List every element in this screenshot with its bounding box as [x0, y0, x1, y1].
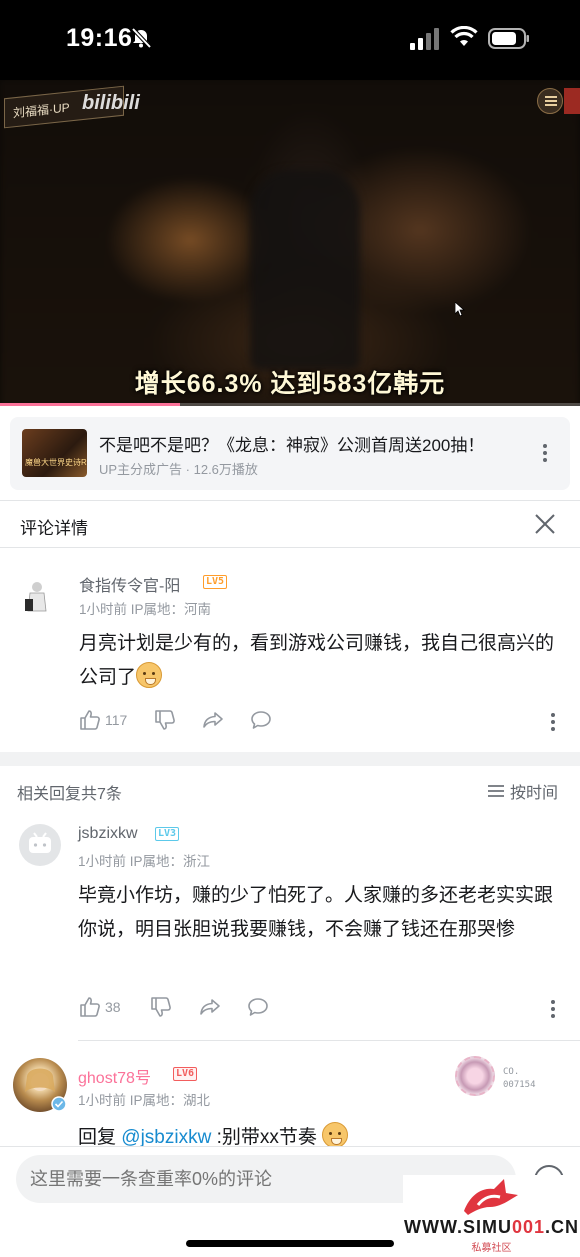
- reply-text: 毕竟小作坊，赚的少了怕死了。人家赚的多还老老实实跟你说，明目张胆说我要赚钱，不会…: [78, 885, 554, 940]
- comment-text: 月亮计划是少有的，看到游戏公司赚钱，我自己很高兴的公司了: [79, 627, 559, 695]
- mention-link[interactable]: @jsbzixkw: [121, 1127, 211, 1148]
- reply-username[interactable]: jsbzixkw: [78, 825, 138, 843]
- watermark-site-accent: 001: [511, 1217, 546, 1237]
- comment-actions: 117: [79, 709, 569, 735]
- video-player[interactable]: 刘福福·UP bilibili 增长66.3% 达到583亿韩元: [0, 80, 580, 406]
- reply-meta: 1小时前 IP属地：湖北: [78, 1093, 211, 1108]
- wifi-icon: [450, 26, 478, 46]
- sort-list-icon: [488, 785, 504, 797]
- level-badge: LV6: [173, 1067, 198, 1081]
- like-count: 117: [105, 712, 128, 728]
- side-tab[interactable]: [564, 88, 580, 114]
- thumb-up-icon: [80, 997, 100, 1017]
- like-button[interactable]: 38: [79, 996, 121, 1018]
- close-icon[interactable]: [534, 513, 556, 535]
- reply-prefix: 回复: [78, 1127, 122, 1148]
- comment-meta: 1小时前 IP属地：河南: [79, 602, 212, 617]
- comment-detail-header: 评论详情: [0, 500, 580, 548]
- fan-badge-line1: CO.: [503, 1067, 520, 1077]
- dislike-button[interactable]: [154, 709, 176, 731]
- avatar-figure-icon: [25, 582, 47, 612]
- level-badge: LV5: [203, 575, 228, 589]
- ad-card[interactable]: 魔兽大世界史诗RPG 不是吧不是吧？《龙息：神寂》公测首周送200抽！ UP主分…: [10, 417, 570, 490]
- comment-detail-title: 评论详情: [20, 519, 88, 538]
- watermark-site-suffix: .CN: [545, 1217, 580, 1237]
- status-bar: 19:16: [0, 0, 580, 80]
- bilibili-logo: bilibili: [82, 92, 140, 114]
- mute-bell-icon: [131, 27, 152, 49]
- comment-more-icon[interactable]: [550, 712, 556, 732]
- doge-emoji-icon: [322, 1122, 349, 1148]
- like-button[interactable]: 117: [79, 709, 127, 731]
- video-menu-icon[interactable]: [537, 88, 563, 114]
- watermark-site-prefix: WWW.SIMU: [403, 1217, 512, 1237]
- comment-username[interactable]: 食指传令官-阳: [79, 572, 180, 596]
- share-button[interactable]: [202, 709, 224, 731]
- like-count: 38: [105, 999, 121, 1015]
- comment-bubble-icon: [251, 711, 271, 729]
- ad-meta: UP主分成广告 · 12.6万播放: [99, 462, 258, 477]
- cellular-signal-icon: [410, 28, 439, 50]
- mouse-cursor-icon: [455, 302, 465, 316]
- thumb-down-icon: [155, 710, 175, 730]
- video-subtitle: 增长66.3% 达到583亿韩元: [134, 370, 446, 398]
- reply-button[interactable]: [250, 709, 272, 731]
- thumb-up-icon: [80, 710, 100, 730]
- ad-thumbnail-caption: 魔兽大世界史诗RPG: [25, 458, 87, 467]
- watermark-subtitle: 私募社区: [471, 1243, 512, 1254]
- doge-emoji-icon: [136, 662, 163, 688]
- reply-button[interactable]: [247, 996, 269, 1018]
- reply-meta: 1小时前 IP属地：浙江: [78, 854, 211, 869]
- reply-username[interactable]: ghost78号: [78, 1064, 151, 1088]
- reply-more-icon[interactable]: [550, 999, 556, 1019]
- watermark-site: WWW.SIMU001.CN: [403, 1217, 580, 1238]
- fan-badge-number: CO. 007154: [503, 1066, 536, 1092]
- replies-count: 相关回复共7条: [17, 786, 122, 803]
- replies-header: 相关回复共7条 按时间: [0, 766, 580, 812]
- battery-icon: [488, 28, 529, 49]
- sort-button[interactable]: 按时间: [488, 779, 558, 803]
- default-tv-avatar-icon: [29, 832, 51, 853]
- fan-badge-icon[interactable]: [455, 1056, 495, 1096]
- avatar[interactable]: [19, 824, 61, 866]
- sort-label: 按时间: [510, 785, 559, 802]
- status-time: 19:16: [66, 24, 133, 52]
- verified-badge-icon: [51, 1096, 67, 1112]
- main-comment: 食指传令官-阳 LV5 1小时前 IP属地：河南 月亮计划是少有的，看到游戏公司…: [0, 549, 580, 752]
- dislike-button[interactable]: [150, 996, 172, 1018]
- section-divider: [0, 752, 580, 766]
- video-figure: [250, 170, 360, 370]
- site-watermark: WWW.SIMU001.CN 私募社区: [403, 1175, 580, 1257]
- level-badge: LV3: [155, 827, 180, 841]
- share-button[interactable]: [199, 996, 221, 1018]
- reply-actions: 38: [79, 996, 569, 1022]
- channel-logo-text: 刘福福·UP: [13, 100, 70, 121]
- comment-bubble-icon: [248, 998, 268, 1016]
- fan-badge-line2: 007154: [503, 1080, 536, 1090]
- ad-thumbnail: 魔兽大世界史诗RPG: [22, 429, 87, 477]
- share-icon: [203, 712, 223, 728]
- reply-item: ghost78号 LV6 1小时前 IP属地：湖北 回复 @jsbzixkw :…: [0, 1041, 580, 1148]
- share-icon: [200, 999, 220, 1015]
- thumb-down-icon: [151, 997, 171, 1017]
- home-indicator[interactable]: [186, 1240, 394, 1247]
- avatar[interactable]: [16, 575, 58, 617]
- video-progress-fill: [0, 403, 180, 406]
- video-progress-bar[interactable]: [0, 403, 580, 406]
- reply-text-content: :别带xx节奏: [211, 1127, 317, 1148]
- watermark-logo-icon: [464, 1179, 518, 1215]
- reply-item: jsbzixkw LV3 1小时前 IP属地：浙江 毕竟小作坊，赚的少了怕死了。…: [0, 812, 580, 1040]
- ad-more-icon[interactable]: [542, 443, 548, 463]
- ad-title: 不是吧不是吧？《龙息：神寂》公测首周送200抽！: [99, 436, 485, 455]
